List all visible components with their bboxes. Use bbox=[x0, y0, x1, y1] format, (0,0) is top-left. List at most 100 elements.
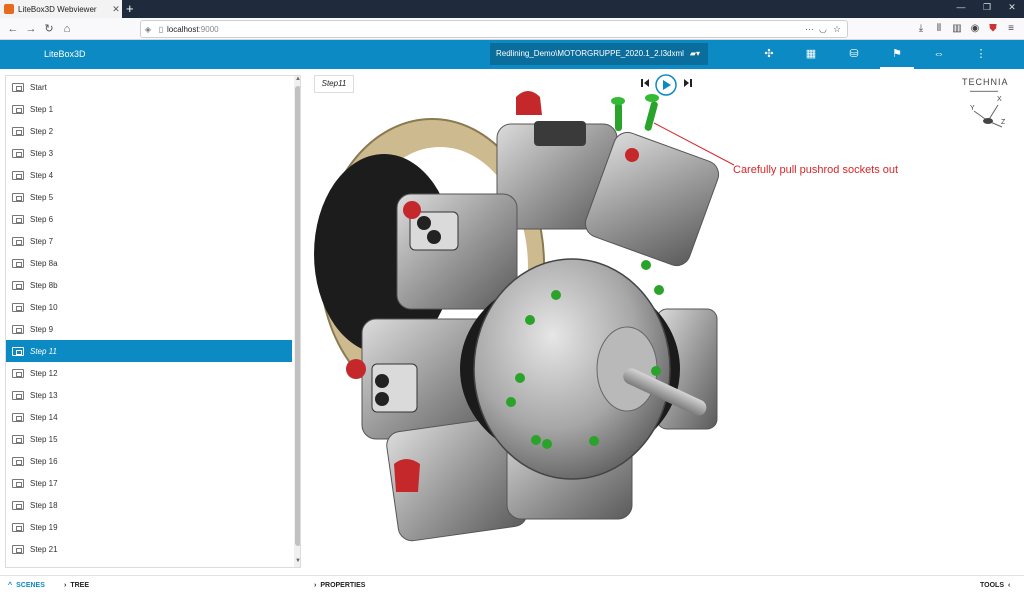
browser-tab[interactable]: LiteBox3D Webviewer ✕ bbox=[0, 0, 122, 18]
reload-icon[interactable]: ↻ bbox=[42, 22, 56, 36]
scene-step-item[interactable]: Step 17 bbox=[6, 472, 292, 494]
scene-icon bbox=[12, 390, 24, 400]
next-step-icon[interactable] bbox=[683, 76, 693, 94]
scene-icon bbox=[12, 280, 24, 290]
home-icon[interactable]: ⌂ bbox=[60, 22, 74, 36]
back-icon[interactable]: ← bbox=[6, 22, 20, 36]
scene-step-item[interactable]: Step 4 bbox=[6, 164, 292, 186]
scene-step-label: Step 4 bbox=[30, 170, 54, 180]
axis-y-label: Y bbox=[970, 105, 975, 112]
scene-step-item[interactable]: Step 6 bbox=[6, 208, 292, 230]
scene-step-item[interactable]: Step 15 bbox=[6, 428, 292, 450]
scene-icon bbox=[12, 456, 24, 466]
front-cover[interactable] bbox=[473, 258, 671, 480]
scene-step-label: Step 6 bbox=[30, 214, 54, 224]
tab-tools[interactable]: TOOLS ‹ bbox=[980, 576, 1010, 596]
cylinder-left[interactable] bbox=[396, 193, 518, 310]
scene-step-item[interactable]: Step 5 bbox=[6, 186, 292, 208]
scene-step-item[interactable]: Step 13 bbox=[6, 384, 292, 406]
account-icon[interactable]: ◉ bbox=[968, 22, 982, 36]
browser-navbar: ← → ↻ ⌂ ◈ ▯ localhost :9000 ··· ◡ ☆ ⤓ ⫴ … bbox=[0, 18, 1024, 40]
scene-step-label: Step 17 bbox=[30, 478, 58, 488]
close-window-icon[interactable]: ✕ bbox=[1005, 2, 1019, 13]
app-header: LiteBox3D Redlining_Demo\MOTORGRUPPE_202… bbox=[0, 40, 1024, 69]
close-tab-icon[interactable]: ✕ bbox=[110, 4, 122, 15]
chevron-right-icon: › bbox=[64, 582, 67, 589]
scene-step-item[interactable]: Step 18 bbox=[6, 494, 292, 516]
scroll-down-icon[interactable]: ▼ bbox=[294, 558, 300, 564]
pushrod-socket-1[interactable] bbox=[611, 97, 625, 131]
database-icon[interactable]: ⛁ bbox=[845, 45, 863, 63]
scene-step-item[interactable]: Step 10 bbox=[6, 296, 292, 318]
folder-dropdown-icon[interactable]: ▰▾ bbox=[690, 43, 700, 65]
extension-shield-icon[interactable]: ⛊ bbox=[986, 22, 1000, 36]
scene-step-label: Step 15 bbox=[30, 434, 58, 444]
scene-step-item[interactable]: Step 19 bbox=[6, 516, 292, 538]
scene-step-label: Step 18 bbox=[30, 500, 58, 510]
scene-step-label: Step 5 bbox=[30, 192, 54, 202]
scene-step-label: Step 1 bbox=[30, 104, 54, 114]
3d-viewport[interactable] bbox=[302, 69, 1024, 574]
scene-step-item[interactable]: Step 11 bbox=[6, 340, 292, 362]
downloads-icon[interactable]: ⤓ bbox=[914, 22, 928, 36]
url-port: :9000 bbox=[198, 24, 219, 34]
redlining-icon[interactable]: ⚑ bbox=[880, 45, 914, 69]
scene-icon bbox=[12, 126, 24, 136]
scene-step-item[interactable]: Step 21 bbox=[6, 538, 292, 560]
chevron-right-icon: › bbox=[314, 582, 317, 589]
sidebar-scrollbar[interactable]: ▲ ▼ bbox=[294, 76, 300, 567]
redline-annotation[interactable]: Carefully pull pushrod sockets out bbox=[733, 164, 898, 176]
scene-step-item[interactable]: Step 2 bbox=[6, 120, 292, 142]
bookmark-star-icon[interactable]: ☆ bbox=[833, 24, 847, 35]
app-title: LiteBox3D bbox=[44, 49, 86, 59]
scene-step-item[interactable]: Step 9 bbox=[6, 318, 292, 340]
file-selector[interactable]: Redlining_Demo\MOTORGRUPPE_2020.1_2.l3dx… bbox=[490, 43, 708, 65]
scene-step-label: Step 2 bbox=[30, 126, 54, 136]
scene-step-item[interactable]: Step 14 bbox=[6, 406, 292, 428]
scene-step-item[interactable]: Step 8a bbox=[6, 252, 292, 274]
menu-hamburger-icon[interactable]: ≡ bbox=[1004, 22, 1018, 36]
measure-icon[interactable]: ⇔ bbox=[930, 45, 948, 63]
scrollbar-thumb[interactable] bbox=[295, 86, 300, 546]
scene-step-label: Step 19 bbox=[30, 522, 58, 532]
scene-step-label: Step 14 bbox=[30, 412, 58, 422]
scene-step-item[interactable]: Step 3 bbox=[6, 142, 292, 164]
previous-step-icon[interactable] bbox=[640, 76, 650, 94]
bottom-bar: ^ SCENES › TREE › PROPERTIES TOOLS ‹ bbox=[0, 575, 1024, 595]
explode-icon[interactable]: ✣ bbox=[760, 45, 778, 63]
scene-step-item[interactable]: Step 12 bbox=[6, 362, 292, 384]
address-bar[interactable]: ◈ ▯ localhost :9000 ··· ◡ ☆ bbox=[140, 20, 848, 38]
browser-titlebar: LiteBox3D Webviewer ✕ + — ❐ ✕ bbox=[0, 0, 1024, 18]
play-button[interactable] bbox=[655, 74, 677, 101]
scene-icon bbox=[12, 192, 24, 202]
tab-scenes[interactable]: ^ SCENES bbox=[8, 576, 45, 596]
tab-properties[interactable]: › PROPERTIES bbox=[314, 576, 365, 596]
minimize-icon[interactable]: — bbox=[954, 2, 968, 12]
scene-step-label: Step 8b bbox=[30, 280, 58, 290]
tab-tree[interactable]: › TREE bbox=[64, 576, 89, 596]
more-options-icon[interactable]: ⋮ bbox=[972, 45, 990, 63]
scroll-up-icon[interactable]: ▲ bbox=[294, 76, 300, 82]
scene-icon bbox=[12, 82, 24, 92]
scene-icon bbox=[12, 324, 24, 334]
scene-step-item[interactable]: Step 16 bbox=[6, 450, 292, 472]
axis-triad[interactable]: X Y Z bbox=[968, 95, 1008, 135]
scene-icon bbox=[12, 478, 24, 488]
forward-icon[interactable]: → bbox=[24, 22, 38, 36]
scene-step-item[interactable]: Step 7 bbox=[6, 230, 292, 252]
scene-icon bbox=[12, 368, 24, 378]
shield-icon[interactable]: ◈ bbox=[141, 25, 155, 34]
engine-model[interactable] bbox=[302, 69, 1024, 574]
scene-step-item[interactable]: Step 1 bbox=[6, 98, 292, 120]
scene-step-item[interactable]: Step 8b bbox=[6, 274, 292, 296]
scene-step-item[interactable]: Start bbox=[6, 76, 292, 98]
maximize-icon[interactable]: ❐ bbox=[980, 2, 994, 13]
views-grid-icon[interactable]: ▦ bbox=[802, 45, 820, 63]
current-step-label: Step11 bbox=[314, 75, 354, 93]
pocket-icon[interactable]: ◡ bbox=[819, 24, 833, 35]
new-tab-button[interactable]: + bbox=[126, 1, 134, 17]
scene-step-label: Step 11 bbox=[30, 346, 57, 356]
sidebar-toggle-icon[interactable]: ▥ bbox=[950, 22, 964, 36]
library-icon[interactable]: ⫴ bbox=[932, 22, 946, 36]
page-actions-icon[interactable]: ··· bbox=[805, 24, 819, 34]
